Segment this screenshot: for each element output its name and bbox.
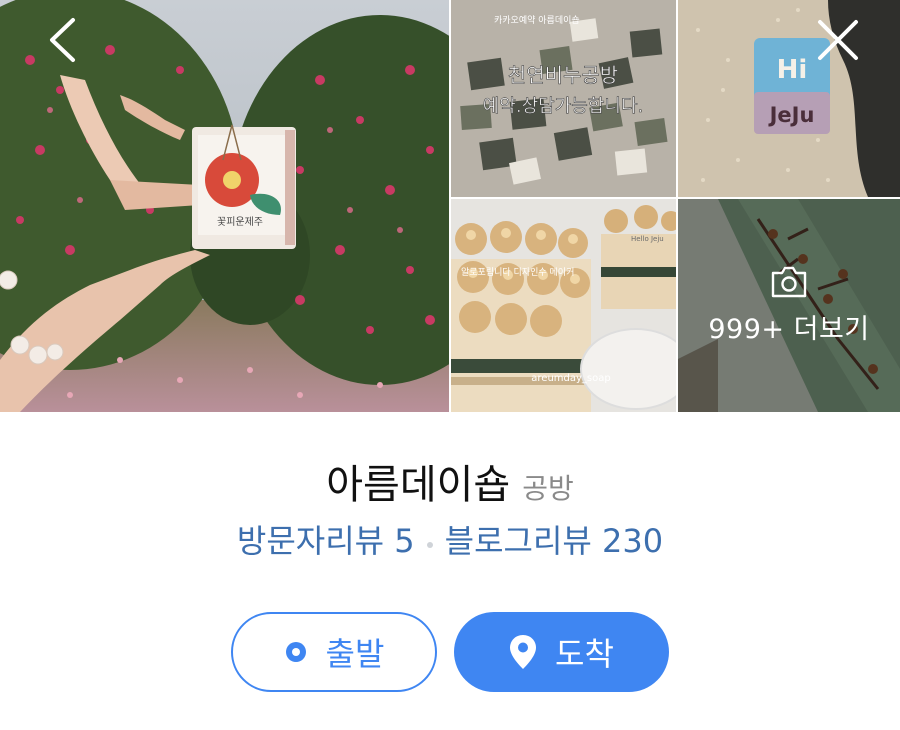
title-row: 아름데이숍 공방 [0,452,900,510]
map-pin-icon [509,634,537,670]
close-icon [817,19,859,65]
cream-overlay-text: 알로포립니다 디자인수 메이커 [461,267,574,278]
collection-caption-line1: 천연비누공방 [508,63,618,87]
cream-tag-text: Hello Jeju [631,235,664,243]
arrive-button-label: 도착 [555,635,614,673]
photo-gallery: 꽃피운제주 카카오예약 아름데이숍 천연비누공방 예약.상담가능합니다. Hi … [0,0,900,412]
cream-soap-photo[interactable]: 알로포립니다 디자인수 메이커 Hello Jeju areumday_soap [451,199,676,412]
origin-dot-icon [284,640,308,664]
place-category: 공방 [522,472,574,505]
cream-watermark: areumday_soap [531,373,610,384]
soap-collection-photo[interactable]: 카카오예약 아름데이숍 천연비누공방 예약.상담가능합니다. [451,0,676,197]
visitor-review-link[interactable]: 방문자리뷰 5 [237,522,415,560]
place-info: 아름데이숍 공방 방문자리뷰 5 블로그리뷰 230 출발 도착 [0,412,900,730]
start-button[interactable]: 출발 [231,612,437,692]
soap-text-jeju: JeJu [768,103,815,127]
arrive-button[interactable]: 도착 [454,612,669,692]
start-button-label: 출발 [325,635,385,673]
blog-review-link[interactable]: 블로그리뷰 230 [445,522,663,560]
soap-text-hi: Hi [777,55,808,85]
place-name: 아름데이숍 [326,462,511,508]
separator-dot [426,541,433,548]
close-button[interactable] [810,14,866,70]
more-overlay: 999+ 더보기 [678,199,900,412]
collection-caption-line2: 예약.상담가능합니다. [483,96,643,117]
back-button[interactable] [34,14,90,70]
svg-text:꽃피운제주: 꽃피운제주 [217,216,263,228]
hi-jeju-soap-photo[interactable]: Hi JeJu [678,0,900,197]
chevron-left-icon [47,17,77,67]
more-photos-tile[interactable]: 999+ 더보기 [678,199,900,412]
more-photos-label: 999+ 더보기 [708,314,870,345]
collection-watermark: 카카오예약 아름데이숍 [494,14,580,26]
review-row: 방문자리뷰 5 블로그리뷰 230 [0,516,900,562]
camera-icon [769,265,809,299]
